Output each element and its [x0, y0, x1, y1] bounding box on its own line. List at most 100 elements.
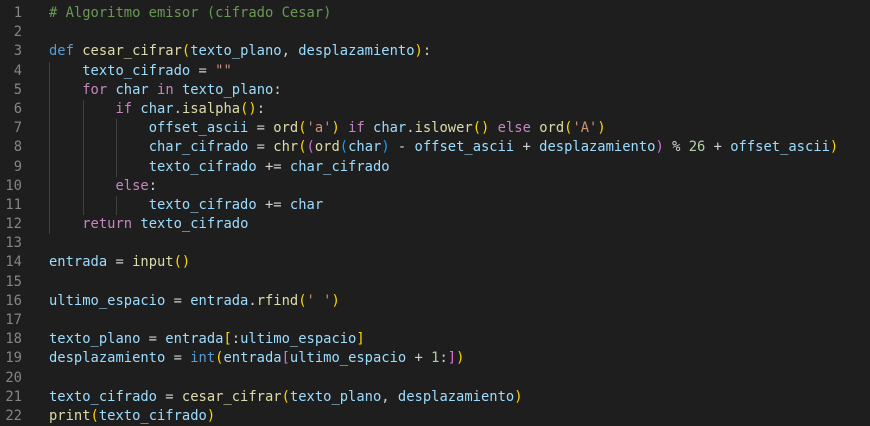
code-token: texto_cifrado [82, 62, 191, 79]
code-token: += [256, 196, 290, 213]
code-token: ultimo_espacio [240, 331, 357, 348]
code-token: return [82, 216, 133, 233]
code-token: [ [281, 350, 290, 367]
code-token: chr [273, 139, 299, 156]
code-line[interactable]: 5 for char in texto_plano: [0, 80, 870, 100]
line-number: 18 [5, 331, 22, 348]
code-line[interactable]: 15 [0, 273, 870, 292]
line-number: 2 [13, 24, 22, 41]
line-code: texto_plano = entrada[:ultimo_espacio] [49, 330, 365, 349]
code-token: ) [514, 388, 523, 405]
code-token: texto_plano [289, 388, 382, 405]
code-token: % [663, 139, 689, 156]
code-token: ( [339, 139, 349, 156]
code-token: ) [206, 407, 216, 424]
line-code: print(texto_cifrado) [49, 407, 215, 426]
code-token: cesar_cifrar [82, 43, 182, 60]
line-number: 20 [5, 369, 22, 386]
code-token: texto_plano [49, 331, 141, 348]
code-token: = [107, 254, 133, 271]
code-line[interactable]: 1 # Algoritmo emisor (cifrado Cesar) [0, 4, 870, 23]
code-token: else [115, 177, 149, 194]
code-token: ] [356, 331, 365, 348]
code-line[interactable]: 16 ultimo_espacio = entrada.rfind(' ') [0, 292, 870, 311]
code-line[interactable]: 4 texto_cifrado = "" [0, 61, 870, 81]
code-token: 26 [688, 139, 706, 156]
code-token: () [472, 120, 490, 137]
code-token: = [140, 331, 166, 348]
code-line[interactable]: 11 texto_cifrado += char [0, 195, 870, 216]
line-number: 15 [5, 273, 22, 290]
code-token: ) [597, 120, 606, 137]
code-token: 'A' [572, 120, 598, 137]
code-line[interactable]: 8 char_cifrado = chr((ord(char) - offset… [0, 138, 870, 158]
code-token: + [705, 139, 731, 156]
code-line[interactable]: 22 print(texto_cifrado) [0, 407, 870, 426]
code-line[interactable]: 3 def cesar_cifrar(texto_plano, desplazam… [0, 42, 870, 61]
code-token: ) [414, 43, 423, 60]
code-token: islower [414, 120, 473, 137]
code-line[interactable]: 12 return texto_cifrado [0, 215, 870, 235]
code-token: = [190, 62, 216, 79]
code-token: offset_ascii [148, 120, 249, 137]
code-token: offset_ascii [730, 139, 830, 156]
code-token: char_cifrado [148, 139, 249, 156]
code-token: texto_plano [190, 43, 282, 60]
code-line[interactable]: 19 desplazamiento = int(entrada[ultimo_es… [0, 349, 870, 368]
code-token: rfind [256, 292, 299, 309]
code-token: ultimo_espacio [289, 350, 407, 367]
code-token: input [132, 254, 174, 271]
code-line[interactable]: 13 [0, 234, 870, 253]
code-token: , [281, 43, 299, 60]
code-line[interactable]: 21 texto_cifrado = cesar_cifrar(texto_pla… [0, 388, 870, 407]
code-token: [ [223, 331, 232, 348]
code-token: entrada [190, 292, 249, 309]
line-code: if char.isalpha(): [49, 100, 265, 119]
code-token: ( [281, 388, 290, 405]
code-line[interactable]: 10 else: [0, 176, 870, 196]
code-line[interactable]: 9 texto_cifrado += char_cifrado [0, 157, 870, 177]
code-token: def [49, 43, 74, 60]
code-token: : [273, 81, 282, 98]
code-line[interactable]: 2 [0, 23, 870, 42]
line-number: 12 [5, 216, 22, 233]
line-code: entrada = input() [49, 253, 190, 272]
code-line[interactable]: 14 entrada = input() [0, 253, 870, 272]
line-code: return texto_cifrado [49, 215, 248, 234]
code-token: desplazamiento [539, 139, 656, 156]
code-token: + [406, 350, 432, 367]
code-token: isalpha [181, 100, 241, 117]
line-code: def cesar_cifrar(texto_plano, desplazami… [49, 42, 431, 61]
line-number: 10 [5, 177, 22, 194]
code-token: ) [331, 292, 340, 309]
code-line[interactable]: 20 [0, 369, 870, 388]
code-line[interactable]: 6 if char.isalpha(): [0, 99, 870, 120]
code-token: # Algoritmo emisor (cifrado Cesar) [49, 5, 332, 21]
code-token: . [248, 292, 257, 309]
code-editor[interactable]: 1 # Algoritmo emisor (cifrado Cesar) 2 3 def… [0, 0, 870, 426]
code-line[interactable]: 18 texto_plano = entrada[:ultimo_espacio] [0, 330, 870, 349]
code-line[interactable]: 17 [0, 311, 870, 330]
code-token: if [115, 100, 133, 117]
code-token: entrada [165, 331, 224, 348]
code-line[interactable]: 7 offset_ascii = ord('a') if char.islowe… [0, 119, 870, 139]
line-number: 6 [13, 100, 22, 117]
code-token: ultimo_espacio [49, 292, 166, 309]
code-token: for [82, 81, 108, 98]
line-code: offset_ascii = ord('a') if char.islower(… [49, 119, 606, 138]
code-token: char [289, 196, 324, 213]
line-number: 3 [13, 43, 22, 60]
line-number: 8 [13, 139, 22, 156]
code-token: char_cifrado [289, 158, 390, 175]
code-token: ) [381, 139, 390, 156]
code-token: ( [90, 407, 99, 424]
